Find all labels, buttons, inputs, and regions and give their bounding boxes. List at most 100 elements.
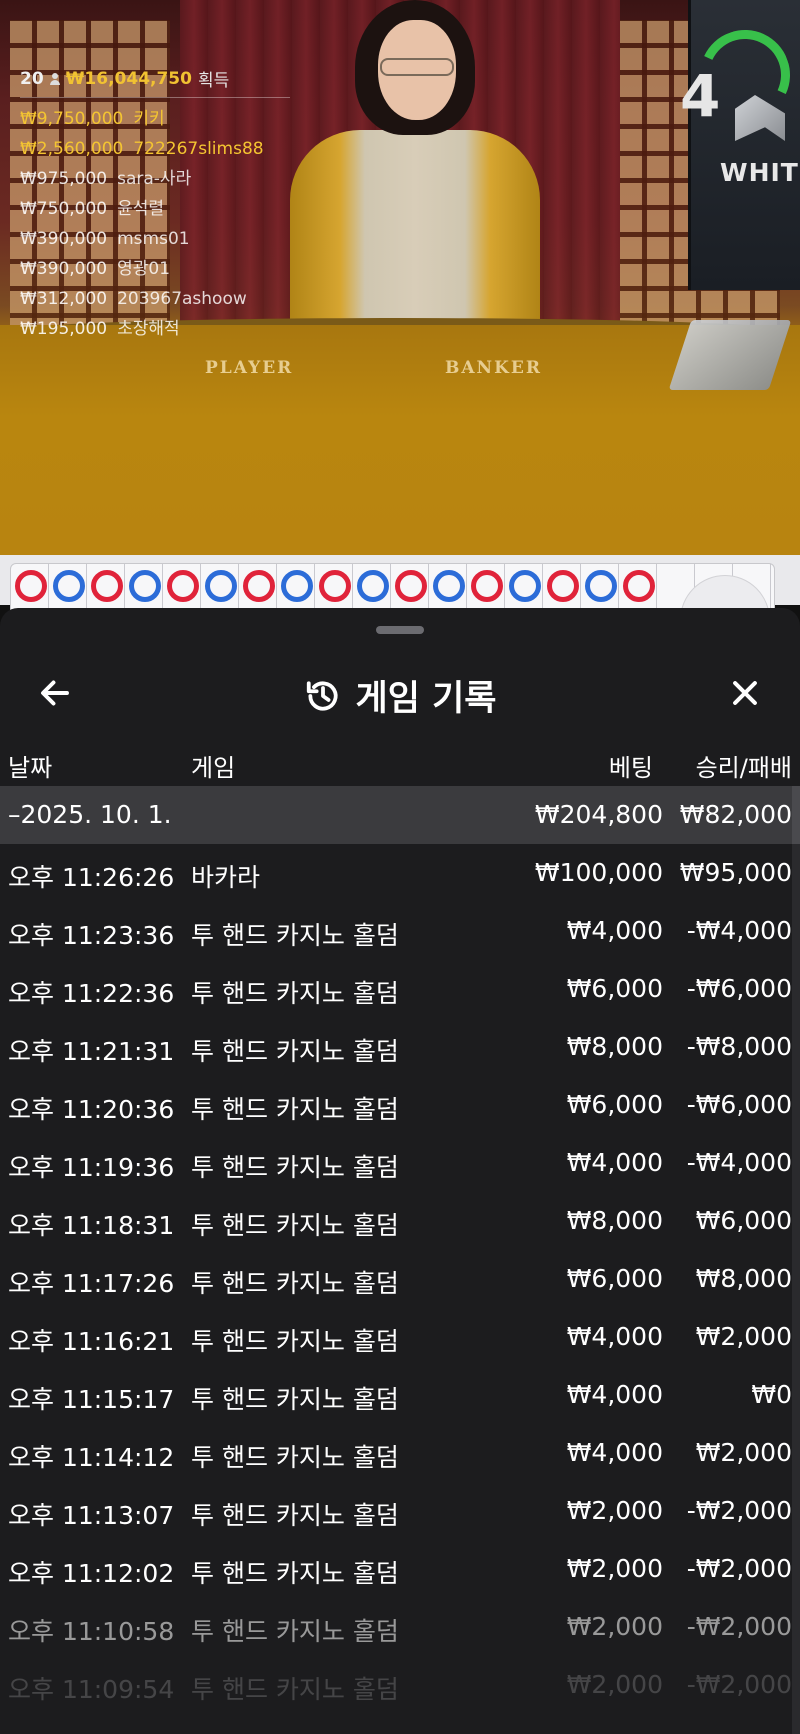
history-row[interactable]: 오후 11:15:17 투 핸드 카지노 홀덤 ₩4,000 ₩0 bbox=[0, 1366, 800, 1424]
player-bead bbox=[281, 570, 313, 602]
row-winloss: -₩2,000 bbox=[686, 1496, 792, 1525]
row-bet: ₩100,000 bbox=[534, 858, 663, 887]
history-row[interactable]: 오후 11:10:58 투 핸드 카지노 홀덤 ₩2,000 -₩2,000 bbox=[0, 1598, 800, 1656]
row-bet: ₩4,000 bbox=[566, 1322, 663, 1351]
player-bead bbox=[433, 570, 465, 602]
winners-count: 20 bbox=[20, 68, 44, 89]
winner-name: msms01 bbox=[117, 229, 190, 249]
row-game: 투 핸드 카지노 홀덤 bbox=[191, 1385, 399, 1414]
banker-bead bbox=[243, 570, 275, 602]
row-bet: ₩4,000 bbox=[566, 916, 663, 945]
scrollbar-thumb[interactable] bbox=[792, 786, 800, 844]
row-bet: ₩8,000 bbox=[566, 1032, 663, 1061]
sheet-drag-handle[interactable] bbox=[376, 626, 424, 634]
winner-row: ₩312,000 203967ashoow bbox=[20, 284, 290, 314]
banker-bead bbox=[167, 570, 199, 602]
winner-name: 203967ashoow bbox=[117, 289, 247, 309]
history-row[interactable]: 오후 11:16:21 투 핸드 카지노 홀덤 ₩4,000 ₩2,000 bbox=[0, 1308, 800, 1366]
felt-label-banker: BANKER bbox=[445, 358, 542, 378]
winner-name: 722267slims88 bbox=[133, 139, 264, 159]
banker-bead bbox=[547, 570, 579, 602]
winners-header: 20 ₩16,044,750 획득 bbox=[20, 66, 290, 98]
winners-total: ₩16,044,750 bbox=[65, 68, 192, 89]
player-bead bbox=[357, 570, 389, 602]
history-row[interactable]: 오후 11:19:36 투 핸드 카지노 홀덤 ₩4,000 -₩4,000 bbox=[0, 1134, 800, 1192]
promo-digit: 4 bbox=[680, 62, 721, 130]
history-row[interactable]: 오후 11:23:36 투 핸드 카지노 홀덤 ₩4,000 -₩4,000 bbox=[0, 902, 800, 960]
sheet-title-group: 게임 기록 bbox=[0, 670, 800, 721]
row-game: 투 핸드 카지노 홀덤 bbox=[191, 1675, 399, 1704]
history-row[interactable]: 오후 11:18:31 투 핸드 카지노 홀덤 ₩8,000 ₩6,000 bbox=[0, 1192, 800, 1250]
history-row[interactable]: 오후 11:13:07 투 핸드 카지노 홀덤 ₩2,000 -₩2,000 bbox=[0, 1482, 800, 1540]
history-row[interactable]: 오후 11:22:36 투 핸드 카지노 홀덤 ₩6,000 -₩6,000 bbox=[0, 960, 800, 1018]
row-time: 오후 11:21:31 bbox=[8, 1037, 175, 1066]
row-winloss: -₩8,000 bbox=[686, 1032, 792, 1061]
row-bet: ₩8,000 bbox=[566, 1206, 663, 1235]
column-game: 게임 bbox=[191, 754, 236, 782]
row-game: 투 핸드 카지노 홀덤 bbox=[191, 1617, 399, 1646]
row-time: 오후 11:19:36 bbox=[8, 1153, 175, 1182]
winner-amount: ₩2,560,000 bbox=[20, 139, 124, 159]
row-bet: ₩6,000 bbox=[566, 1090, 663, 1119]
row-time: 오후 11:17:26 bbox=[8, 1269, 175, 1298]
row-bet: ₩2,000 bbox=[566, 1496, 663, 1525]
row-bet: ₩2,000 bbox=[566, 1670, 663, 1699]
winner-amount: ₩390,000 bbox=[20, 229, 108, 249]
row-winloss: -₩6,000 bbox=[686, 974, 792, 1003]
row-winloss: ₩0 bbox=[751, 1380, 792, 1409]
winner-name: 윤석렬 bbox=[117, 199, 165, 219]
history-row[interactable]: 오후 11:21:31 투 핸드 카지노 홀덤 ₩8,000 -₩8,000 bbox=[0, 1018, 800, 1076]
banker-bead bbox=[395, 570, 427, 602]
row-winloss: ₩8,000 bbox=[695, 1264, 792, 1293]
row-winloss: -₩2,000 bbox=[686, 1554, 792, 1583]
person-icon bbox=[49, 72, 60, 85]
row-game: 투 핸드 카지노 홀덤 bbox=[191, 1327, 399, 1356]
row-winloss: -₩4,000 bbox=[686, 916, 792, 945]
row-time: 오후 11:09:54 bbox=[8, 1675, 175, 1704]
close-button[interactable] bbox=[720, 668, 770, 718]
history-row[interactable]: 오후 11:14:12 투 핸드 카지노 홀덤 ₩4,000 ₩2,000 bbox=[0, 1424, 800, 1482]
history-icon bbox=[306, 680, 338, 711]
row-bet: ₩6,000 bbox=[566, 1264, 663, 1293]
row-game: 투 핸드 카지노 홀덤 bbox=[191, 1037, 399, 1066]
row-game: 바카라 bbox=[191, 863, 261, 892]
history-row[interactable]: 오후 11:09:54 투 핸드 카지노 홀덤 ₩2,000 -₩2,000 bbox=[0, 1656, 800, 1714]
winner-row: ₩750,000 윤석렬 bbox=[20, 194, 290, 224]
player-bead bbox=[585, 570, 617, 602]
history-table: –2025. 10. 1. ₩204,800 ₩82,000 오후 11:26:… bbox=[0, 786, 800, 1714]
row-bet: ₩4,000 bbox=[566, 1438, 663, 1467]
row-game: 투 핸드 카지노 홀덤 bbox=[191, 1559, 399, 1588]
winner-name: 키키 bbox=[133, 109, 165, 129]
row-game: 투 핸드 카지노 홀덤 bbox=[191, 921, 399, 950]
table-header: 날짜 게임 베팅 승리/패배 bbox=[0, 738, 800, 790]
row-game: 투 핸드 카지노 홀덤 bbox=[191, 1211, 399, 1240]
row-winloss: ₩6,000 bbox=[695, 1206, 792, 1235]
promo-word: WHITE bbox=[720, 158, 800, 187]
row-game: 투 핸드 카지노 홀덤 bbox=[191, 979, 399, 1008]
winner-name: 초장해적 bbox=[117, 319, 180, 339]
summary-winloss: ₩82,000 bbox=[679, 800, 792, 829]
date-summary-row[interactable]: –2025. 10. 1. ₩204,800 ₩82,000 bbox=[0, 786, 800, 844]
winner-row: ₩390,000 영광01 bbox=[20, 254, 290, 284]
player-bead bbox=[129, 570, 161, 602]
player-bead bbox=[509, 570, 541, 602]
history-row[interactable]: 오후 11:17:26 투 핸드 카지노 홀덤 ₩6,000 ₩8,000 bbox=[0, 1250, 800, 1308]
sheet-title: 게임 기록 bbox=[355, 679, 497, 719]
scrollbar-track[interactable] bbox=[792, 786, 800, 1734]
winner-amount: ₩975,000 bbox=[20, 169, 108, 189]
banker-bead bbox=[471, 570, 503, 602]
winners-list: 20 ₩16,044,750 획득 ₩9,750,000 키키 ₩2,560,00… bbox=[20, 66, 290, 344]
row-winloss: ₩2,000 bbox=[695, 1322, 792, 1351]
winner-name: 영광01 bbox=[117, 259, 171, 279]
summary-bet: ₩204,800 bbox=[534, 800, 663, 829]
winner-row: ₩2,560,000 722267slims88 bbox=[20, 134, 290, 164]
row-time: 오후 11:23:36 bbox=[8, 921, 175, 950]
history-row[interactable]: 오후 11:26:26 바카라 ₩100,000 ₩95,000 bbox=[0, 844, 800, 902]
row-time: 오후 11:12:02 bbox=[8, 1559, 175, 1588]
winner-row: ₩975,000 sara-사라 bbox=[20, 164, 290, 194]
winner-amount: ₩750,000 bbox=[20, 199, 108, 219]
history-row[interactable]: 오후 11:20:36 투 핸드 카지노 홀덤 ₩6,000 -₩6,000 bbox=[0, 1076, 800, 1134]
history-row[interactable]: 오후 11:12:02 투 핸드 카지노 홀덤 ₩2,000 -₩2,000 bbox=[0, 1540, 800, 1598]
row-bet: ₩2,000 bbox=[566, 1554, 663, 1583]
column-bet: 베팅 bbox=[608, 754, 653, 782]
